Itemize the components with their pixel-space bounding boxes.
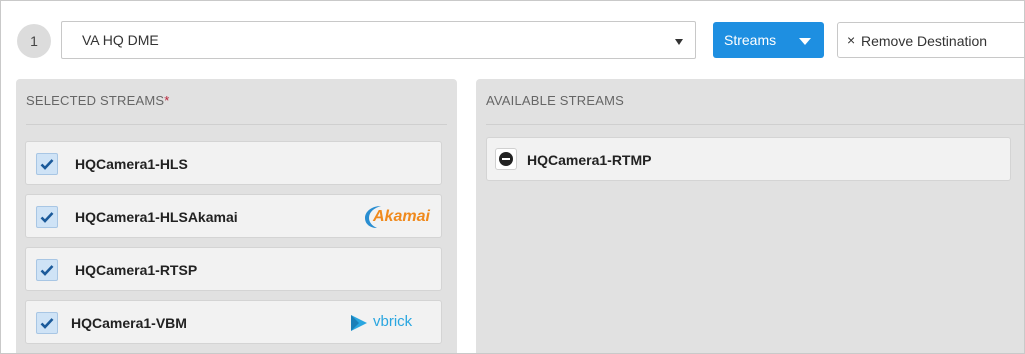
stream-checkbox[interactable] (36, 259, 58, 281)
selected-stream-row[interactable]: HQCamera1-HLSAkamai Akamai (25, 194, 442, 238)
vbrick-play-icon (351, 315, 367, 331)
streams-button-label: Streams (724, 32, 777, 48)
selected-stream-row[interactable]: HQCamera1-VBM vbrick (25, 300, 442, 344)
stream-checkbox[interactable] (36, 312, 58, 334)
available-streams-heading: AVAILABLE STREAMS (486, 93, 625, 108)
chevron-down-icon (675, 39, 683, 45)
stream-name: HQCamera1-HLSAkamai (75, 209, 238, 225)
available-streams-panel: AVAILABLE STREAMS HQCamera1-RTMP (476, 79, 1024, 353)
stream-name: HQCamera1-RTSP (75, 262, 198, 278)
selected-streams-heading-text: SELECTED STREAMS (26, 93, 165, 108)
stream-name: HQCamera1-RTMP (527, 152, 652, 168)
vbrick-logo-text: vbrick (373, 313, 413, 330)
selected-stream-row[interactable]: HQCamera1-HLS (25, 141, 442, 185)
stream-checkbox[interactable] (36, 206, 58, 228)
stream-name: HQCamera1-VBM (71, 315, 187, 331)
remove-destination-button[interactable]: × Remove Destination (837, 22, 1024, 58)
akamai-logo: Akamai (363, 203, 430, 231)
selected-stream-row[interactable]: HQCamera1-RTSP (25, 247, 442, 291)
akamai-logo-text: Akamai (373, 208, 430, 225)
stream-checkbox[interactable] (36, 153, 58, 175)
divider (26, 124, 447, 125)
divider (486, 124, 1024, 125)
checkmark-icon (40, 212, 54, 223)
step-number-badge: 1 (17, 24, 51, 58)
minus-circle-icon[interactable] (495, 148, 517, 170)
selected-streams-panel: SELECTED STREAMS* HQCamera1-HLS HQCamera… (16, 79, 457, 353)
destination-card: 1 VA HQ DME Streams × Remove Destination… (0, 0, 1025, 354)
minus-dot (499, 152, 513, 166)
available-stream-row[interactable]: HQCamera1-RTMP (486, 137, 1011, 181)
destination-select-value: VA HQ DME (82, 32, 159, 48)
checkmark-icon (40, 318, 54, 329)
selected-streams-heading: SELECTED STREAMS* (26, 93, 170, 108)
close-icon: × (847, 32, 856, 48)
caret-down-icon (799, 38, 811, 45)
destination-select[interactable]: VA HQ DME (61, 21, 696, 59)
stream-name: HQCamera1-HLS (75, 156, 188, 172)
required-marker: * (164, 93, 170, 108)
remove-destination-label: Remove Destination (861, 33, 988, 49)
checkmark-icon (40, 265, 54, 276)
streams-dropdown-button[interactable]: Streams (713, 22, 824, 58)
vbrick-logo: vbrick (349, 312, 429, 334)
checkmark-icon (40, 159, 54, 170)
